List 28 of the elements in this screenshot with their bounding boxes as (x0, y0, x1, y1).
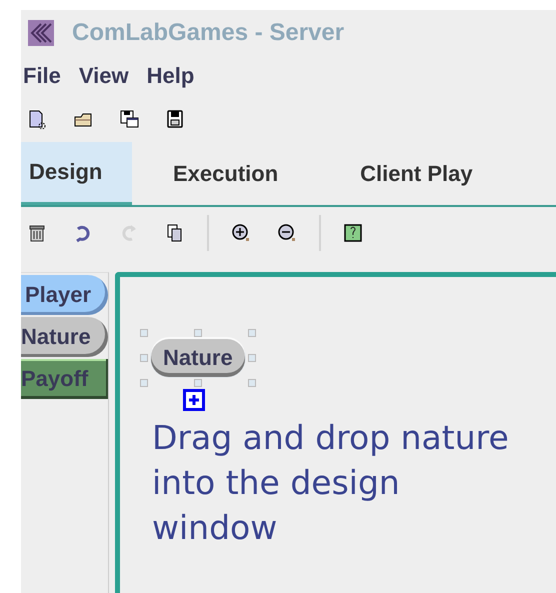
resize-handle[interactable] (194, 329, 202, 337)
zoom-out-icon[interactable] (277, 223, 297, 243)
nature-palette-item[interactable]: Nature (21, 317, 108, 357)
resize-handle[interactable] (248, 379, 256, 387)
resize-handle[interactable] (248, 354, 256, 362)
zoom-in-icon[interactable] (231, 223, 251, 243)
resize-handle[interactable] (140, 379, 148, 387)
resize-handle[interactable] (140, 354, 148, 362)
app-logo-icon (28, 20, 54, 46)
resize-handle[interactable] (194, 379, 202, 387)
nature-node[interactable]: Nature (151, 339, 245, 377)
menu-item[interactable]: File (21, 63, 77, 89)
trash-icon[interactable] (27, 223, 47, 243)
resize-handle[interactable] (140, 329, 148, 337)
save-as-icon[interactable] (119, 109, 139, 129)
resize-handle[interactable] (248, 329, 256, 337)
tab[interactable]: Execution (132, 142, 320, 205)
instruction-text: Drag and drop nature into the design window (152, 417, 510, 549)
menu-item[interactable]: Help (144, 63, 210, 89)
window-title: ComLabGames - Server (72, 19, 344, 47)
add-icon[interactable] (183, 389, 205, 411)
player-palette-item[interactable]: Player (21, 275, 108, 315)
menu-item[interactable]: View (76, 63, 145, 89)
tab[interactable]: Client Play (319, 142, 503, 205)
save-icon[interactable] (165, 109, 185, 129)
new-document-icon[interactable] (27, 109, 47, 129)
help-icon[interactable] (343, 223, 363, 243)
tab[interactable]: Design (21, 142, 132, 205)
